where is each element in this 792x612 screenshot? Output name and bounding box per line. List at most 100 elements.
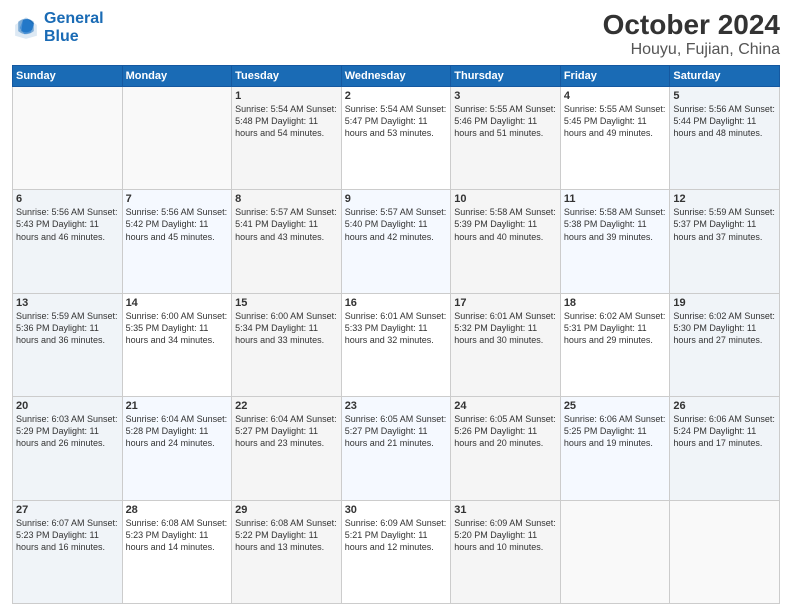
day-info: Sunrise: 5:54 AM Sunset: 5:47 PM Dayligh… <box>345 103 448 139</box>
calendar-cell: 13Sunrise: 5:59 AM Sunset: 5:36 PM Dayli… <box>13 293 123 396</box>
day-info: Sunrise: 6:05 AM Sunset: 5:27 PM Dayligh… <box>345 413 448 449</box>
weekday-header-monday: Monday <box>122 65 232 86</box>
week-row-3: 13Sunrise: 5:59 AM Sunset: 5:36 PM Dayli… <box>13 293 780 396</box>
day-info: Sunrise: 6:04 AM Sunset: 5:28 PM Dayligh… <box>126 413 229 449</box>
day-info: Sunrise: 6:01 AM Sunset: 5:33 PM Dayligh… <box>345 310 448 346</box>
week-row-2: 6Sunrise: 5:56 AM Sunset: 5:43 PM Daylig… <box>13 190 780 293</box>
calendar-cell: 2Sunrise: 5:54 AM Sunset: 5:47 PM Daylig… <box>341 86 451 189</box>
logo-icon <box>12 14 40 42</box>
calendar-cell: 14Sunrise: 6:00 AM Sunset: 5:35 PM Dayli… <box>122 293 232 396</box>
calendar-cell: 16Sunrise: 6:01 AM Sunset: 5:33 PM Dayli… <box>341 293 451 396</box>
day-info: Sunrise: 5:58 AM Sunset: 5:39 PM Dayligh… <box>454 206 557 242</box>
calendar-cell: 5Sunrise: 5:56 AM Sunset: 5:44 PM Daylig… <box>670 86 780 189</box>
weekday-header-saturday: Saturday <box>670 65 780 86</box>
calendar-cell: 30Sunrise: 6:09 AM Sunset: 5:21 PM Dayli… <box>341 500 451 603</box>
day-info: Sunrise: 6:03 AM Sunset: 5:29 PM Dayligh… <box>16 413 119 449</box>
week-row-5: 27Sunrise: 6:07 AM Sunset: 5:23 PM Dayli… <box>13 500 780 603</box>
day-info: Sunrise: 6:02 AM Sunset: 5:31 PM Dayligh… <box>564 310 667 346</box>
day-info: Sunrise: 6:06 AM Sunset: 5:25 PM Dayligh… <box>564 413 667 449</box>
logo-text: General Blue <box>44 10 104 45</box>
day-info: Sunrise: 6:09 AM Sunset: 5:21 PM Dayligh… <box>345 517 448 553</box>
day-info: Sunrise: 5:59 AM Sunset: 5:36 PM Dayligh… <box>16 310 119 346</box>
day-info: Sunrise: 6:04 AM Sunset: 5:27 PM Dayligh… <box>235 413 338 449</box>
calendar-cell: 29Sunrise: 6:08 AM Sunset: 5:22 PM Dayli… <box>232 500 342 603</box>
week-row-4: 20Sunrise: 6:03 AM Sunset: 5:29 PM Dayli… <box>13 397 780 500</box>
calendar-cell: 10Sunrise: 5:58 AM Sunset: 5:39 PM Dayli… <box>451 190 561 293</box>
calendar-cell: 27Sunrise: 6:07 AM Sunset: 5:23 PM Dayli… <box>13 500 123 603</box>
day-info: Sunrise: 6:02 AM Sunset: 5:30 PM Dayligh… <box>673 310 776 346</box>
day-number: 10 <box>454 193 557 205</box>
calendar-cell: 31Sunrise: 6:09 AM Sunset: 5:20 PM Dayli… <box>451 500 561 603</box>
calendar-cell: 23Sunrise: 6:05 AM Sunset: 5:27 PM Dayli… <box>341 397 451 500</box>
calendar-cell: 22Sunrise: 6:04 AM Sunset: 5:27 PM Dayli… <box>232 397 342 500</box>
calendar-cell <box>122 86 232 189</box>
weekday-header-row: SundayMondayTuesdayWednesdayThursdayFrid… <box>13 65 780 86</box>
day-info: Sunrise: 6:08 AM Sunset: 5:23 PM Dayligh… <box>126 517 229 553</box>
day-number: 8 <box>235 193 338 205</box>
day-number: 1 <box>235 90 338 102</box>
day-info: Sunrise: 6:07 AM Sunset: 5:23 PM Dayligh… <box>16 517 119 553</box>
calendar-cell: 21Sunrise: 6:04 AM Sunset: 5:28 PM Dayli… <box>122 397 232 500</box>
day-number: 5 <box>673 90 776 102</box>
weekday-header-tuesday: Tuesday <box>232 65 342 86</box>
day-number: 27 <box>16 504 119 516</box>
day-info: Sunrise: 6:06 AM Sunset: 5:24 PM Dayligh… <box>673 413 776 449</box>
day-number: 26 <box>673 400 776 412</box>
header: General Blue October 2024 Houyu, Fujian,… <box>12 10 780 59</box>
calendar-cell: 4Sunrise: 5:55 AM Sunset: 5:45 PM Daylig… <box>560 86 670 189</box>
day-info: Sunrise: 5:56 AM Sunset: 5:42 PM Dayligh… <box>126 206 229 242</box>
day-number: 6 <box>16 193 119 205</box>
day-number: 13 <box>16 297 119 309</box>
day-number: 31 <box>454 504 557 516</box>
day-info: Sunrise: 5:55 AM Sunset: 5:45 PM Dayligh… <box>564 103 667 139</box>
day-info: Sunrise: 6:05 AM Sunset: 5:26 PM Dayligh… <box>454 413 557 449</box>
calendar-cell: 6Sunrise: 5:56 AM Sunset: 5:43 PM Daylig… <box>13 190 123 293</box>
calendar-cell: 24Sunrise: 6:05 AM Sunset: 5:26 PM Dayli… <box>451 397 561 500</box>
day-number: 24 <box>454 400 557 412</box>
day-number: 18 <box>564 297 667 309</box>
calendar-cell: 7Sunrise: 5:56 AM Sunset: 5:42 PM Daylig… <box>122 190 232 293</box>
calendar-cell: 9Sunrise: 5:57 AM Sunset: 5:40 PM Daylig… <box>341 190 451 293</box>
calendar-cell <box>670 500 780 603</box>
calendar-subtitle: Houyu, Fujian, China <box>603 41 780 59</box>
day-info: Sunrise: 5:56 AM Sunset: 5:44 PM Dayligh… <box>673 103 776 139</box>
day-number: 2 <box>345 90 448 102</box>
day-info: Sunrise: 6:08 AM Sunset: 5:22 PM Dayligh… <box>235 517 338 553</box>
day-number: 7 <box>126 193 229 205</box>
weekday-header-sunday: Sunday <box>13 65 123 86</box>
calendar-cell: 3Sunrise: 5:55 AM Sunset: 5:46 PM Daylig… <box>451 86 561 189</box>
day-number: 30 <box>345 504 448 516</box>
calendar-cell: 17Sunrise: 6:01 AM Sunset: 5:32 PM Dayli… <box>451 293 561 396</box>
day-number: 28 <box>126 504 229 516</box>
main-container: General Blue October 2024 Houyu, Fujian,… <box>0 0 792 612</box>
day-number: 15 <box>235 297 338 309</box>
weekday-header-thursday: Thursday <box>451 65 561 86</box>
day-number: 12 <box>673 193 776 205</box>
day-number: 17 <box>454 297 557 309</box>
day-number: 4 <box>564 90 667 102</box>
day-number: 19 <box>673 297 776 309</box>
day-info: Sunrise: 6:09 AM Sunset: 5:20 PM Dayligh… <box>454 517 557 553</box>
calendar-cell: 12Sunrise: 5:59 AM Sunset: 5:37 PM Dayli… <box>670 190 780 293</box>
day-number: 3 <box>454 90 557 102</box>
day-number: 20 <box>16 400 119 412</box>
calendar-title: October 2024 <box>603 10 780 41</box>
day-number: 22 <box>235 400 338 412</box>
day-number: 14 <box>126 297 229 309</box>
day-info: Sunrise: 5:57 AM Sunset: 5:41 PM Dayligh… <box>235 206 338 242</box>
calendar-table: SundayMondayTuesdayWednesdayThursdayFrid… <box>12 65 780 604</box>
title-block: October 2024 Houyu, Fujian, China <box>603 10 780 59</box>
weekday-header-wednesday: Wednesday <box>341 65 451 86</box>
calendar-cell: 11Sunrise: 5:58 AM Sunset: 5:38 PM Dayli… <box>560 190 670 293</box>
day-number: 23 <box>345 400 448 412</box>
calendar-cell <box>13 86 123 189</box>
week-row-1: 1Sunrise: 5:54 AM Sunset: 5:48 PM Daylig… <box>13 86 780 189</box>
day-info: Sunrise: 5:54 AM Sunset: 5:48 PM Dayligh… <box>235 103 338 139</box>
day-info: Sunrise: 5:57 AM Sunset: 5:40 PM Dayligh… <box>345 206 448 242</box>
calendar-cell: 26Sunrise: 6:06 AM Sunset: 5:24 PM Dayli… <box>670 397 780 500</box>
day-number: 25 <box>564 400 667 412</box>
calendar-cell: 19Sunrise: 6:02 AM Sunset: 5:30 PM Dayli… <box>670 293 780 396</box>
day-number: 11 <box>564 193 667 205</box>
calendar-cell: 15Sunrise: 6:00 AM Sunset: 5:34 PM Dayli… <box>232 293 342 396</box>
day-number: 21 <box>126 400 229 412</box>
